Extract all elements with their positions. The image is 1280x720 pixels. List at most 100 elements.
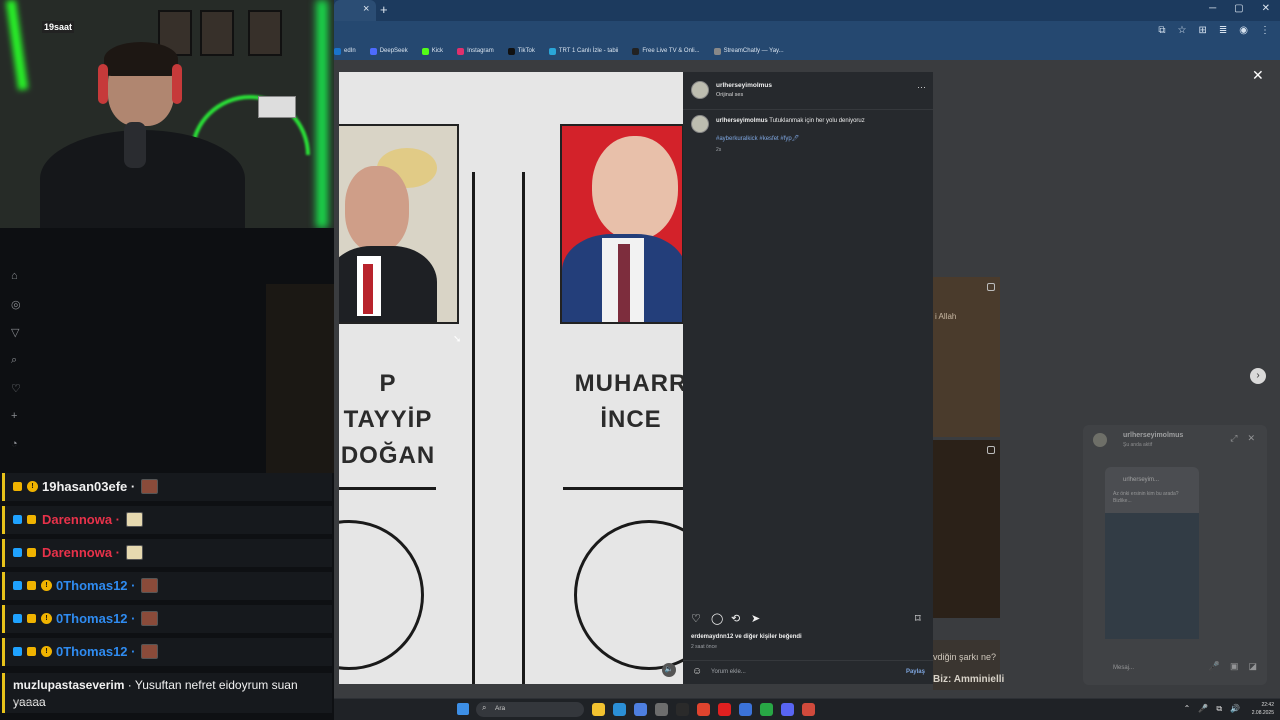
- bookmark-item[interactable]: Free Live TV & Onli...: [632, 47, 700, 55]
- emoji-icon[interactable]: ☺: [692, 666, 702, 677]
- toolbar-icons: ⧉ ☆ ⊞ ≣ ◉ ⋮: [1158, 25, 1270, 36]
- more-options-icon[interactable]: ···: [917, 82, 926, 92]
- chat-username[interactable]: Darennowa ·: [42, 512, 120, 527]
- dm-message-input[interactable]: Mesaj...: [1113, 665, 1134, 671]
- caption-username[interactable]: urlherseyimolmus: [716, 118, 768, 124]
- chat-username[interactable]: 19hasan03efe ·: [42, 479, 135, 494]
- home-icon[interactable]: ⌂: [11, 270, 18, 282]
- pencil-badge-icon: [27, 614, 36, 623]
- thumbnail-text: vdiğin şarkı ne?: [933, 652, 997, 662]
- discord-icon[interactable]: [781, 703, 794, 716]
- mute-button[interactable]: 🔈: [662, 663, 676, 677]
- streamer-hair: [104, 42, 178, 76]
- create-icon[interactable]: +: [11, 410, 17, 422]
- bookmark-icon[interactable]: ⌑: [915, 612, 921, 625]
- taskbar-search[interactable]: ⌕ Ara: [476, 702, 584, 717]
- gem-badge-icon: [13, 614, 22, 623]
- app-icon[interactable]: [760, 703, 773, 716]
- gem-badge-icon: [13, 647, 22, 656]
- avatar[interactable]: [691, 81, 709, 99]
- bg-thumbnail[interactable]: [933, 440, 1000, 618]
- chat-message: muzlupastaseverim · Yusuftan nefret eido…: [2, 673, 332, 713]
- chat-username[interactable]: 0Thomas12 ·: [56, 578, 135, 593]
- candidate-name-right: MUHARR İNCE: [571, 366, 683, 438]
- sticker-icon[interactable]: ◪: [1248, 661, 1257, 672]
- obs-icon[interactable]: [676, 703, 689, 716]
- file-explorer-icon[interactable]: [592, 703, 605, 716]
- share-icon[interactable]: ➤: [751, 612, 760, 625]
- close-window-icon[interactable]: ✕: [1262, 3, 1270, 14]
- heart-icon[interactable]: ♡: [11, 382, 21, 395]
- profile-icon[interactable]: ◔: [11, 438, 18, 450]
- headphones: [172, 64, 182, 104]
- repost-icon[interactable]: ⟲: [731, 612, 740, 625]
- heart-icon[interactable]: ♡: [691, 612, 701, 625]
- post-username[interactable]: urlherseyimolmus: [716, 82, 772, 89]
- chat-username[interactable]: Darennowa ·: [42, 545, 120, 560]
- avatar[interactable]: [691, 115, 709, 133]
- active-tab[interactable]: ×: [334, 0, 376, 21]
- bookmark-item[interactable]: edIn: [334, 47, 356, 55]
- bookmark-label: edIn: [344, 48, 356, 54]
- extensions-icon[interactable]: ⊞: [1198, 25, 1206, 36]
- new-tab-button[interactable]: +: [380, 2, 388, 17]
- caption-hashtags[interactable]: #ayberkuralkick #kesfet #fyp🖊: [716, 135, 799, 142]
- bookmark-item[interactable]: DeepSeek: [369, 47, 408, 55]
- calculator-icon[interactable]: [655, 703, 668, 716]
- star-icon[interactable]: ☆: [1178, 25, 1187, 36]
- close-icon[interactable]: ✕: [1252, 67, 1264, 84]
- dm-chat-popup[interactable]: urlherseyimolmus Şu anda aktif ⤢ ✕ urlhe…: [1083, 425, 1267, 685]
- reading-list-icon[interactable]: ≣: [1219, 25, 1227, 36]
- tray-overflow-icon[interactable]: ⌃: [1184, 704, 1191, 714]
- ballot-line: [563, 487, 683, 490]
- store-icon[interactable]: [634, 703, 647, 716]
- bg-thumbnail[interactable]: [933, 277, 1000, 437]
- install-icon[interactable]: ⧉: [1158, 25, 1165, 36]
- candidate-tie: [363, 264, 373, 314]
- audio-label[interactable]: Orijinal ses: [716, 92, 743, 98]
- reels-icon[interactable]: ◎: [11, 298, 21, 311]
- start-button[interactable]: [457, 703, 469, 715]
- next-post-button[interactable]: ›: [1250, 368, 1266, 384]
- network-icon[interactable]: ⧉: [1216, 704, 1222, 714]
- app-icon[interactable]: [802, 703, 815, 716]
- volume-icon[interactable]: 🔊: [1230, 704, 1240, 714]
- bookmark-item[interactable]: TikTok: [507, 47, 535, 55]
- chat-message-text: muzlupastaseverim · Yusuftan nefret eido…: [13, 677, 333, 711]
- coin-badge-icon: !: [41, 646, 52, 657]
- instagram-sidebar: ⌂ ◎ ▽ ⌕ ♡ + ◔: [0, 228, 334, 473]
- chat-username[interactable]: muzlupastaseverim: [13, 678, 124, 692]
- clock[interactable]: 22:42 2.08.2025: [1252, 701, 1274, 717]
- bookmark-item[interactable]: Kick: [421, 47, 443, 55]
- minimize-icon[interactable]: ─: [1209, 3, 1216, 14]
- image-icon[interactable]: ▣: [1230, 661, 1239, 672]
- chat-username[interactable]: 0Thomas12 ·: [56, 644, 135, 659]
- search-icon[interactable]: ⌕: [11, 354, 17, 367]
- microphone-icon[interactable]: 🎤: [1209, 661, 1220, 672]
- shared-post-card[interactable]: urlherseyim... Az önki ersinin kim bu ar…: [1105, 467, 1199, 639]
- likes-summary[interactable]: erdemaydnn12 ve diğer kişiler beğendi: [691, 634, 802, 640]
- comment-input[interactable]: Yorum ekle...: [711, 669, 746, 675]
- maximize-icon[interactable]: ▢: [1234, 3, 1243, 14]
- close-icon[interactable]: ✕: [1247, 433, 1255, 444]
- close-tab-icon[interactable]: ×: [363, 3, 369, 15]
- photos-icon[interactable]: [739, 703, 752, 716]
- candidate-photo-left: [339, 124, 459, 324]
- post-video[interactable]: P TAYYİP DOĞAN MUHARR İNCE 🔈 ➘: [339, 72, 683, 684]
- bookmark-item[interactable]: StreamChatly — Yay...: [713, 47, 784, 55]
- chrome-icon[interactable]: [697, 703, 710, 716]
- chat-username[interactable]: 0Thomas12 ·: [56, 611, 135, 626]
- edge-icon[interactable]: [613, 703, 626, 716]
- comment-icon[interactable]: ◯: [711, 612, 723, 625]
- bookmarks-bar: edIn DeepSeek Kick Instagram TikTok TRT 1 Can…: [334, 42, 1280, 60]
- pencil-badge-icon: [27, 581, 36, 590]
- menu-icon[interactable]: ⋮: [1260, 25, 1270, 36]
- expand-icon[interactable]: ⤢: [1230, 433, 1237, 444]
- bookmark-item[interactable]: TRT 1 Canlı İzle - tabii: [548, 47, 618, 55]
- youtube-icon[interactable]: [718, 703, 731, 716]
- bookmark-item[interactable]: Instagram: [457, 47, 494, 55]
- profile-icon[interactable]: ◉: [1239, 25, 1248, 36]
- explore-icon[interactable]: ▽: [11, 326, 19, 339]
- microphone-icon[interactable]: 🎤: [1198, 704, 1208, 714]
- post-comment-button[interactable]: Paylaş: [906, 669, 925, 675]
